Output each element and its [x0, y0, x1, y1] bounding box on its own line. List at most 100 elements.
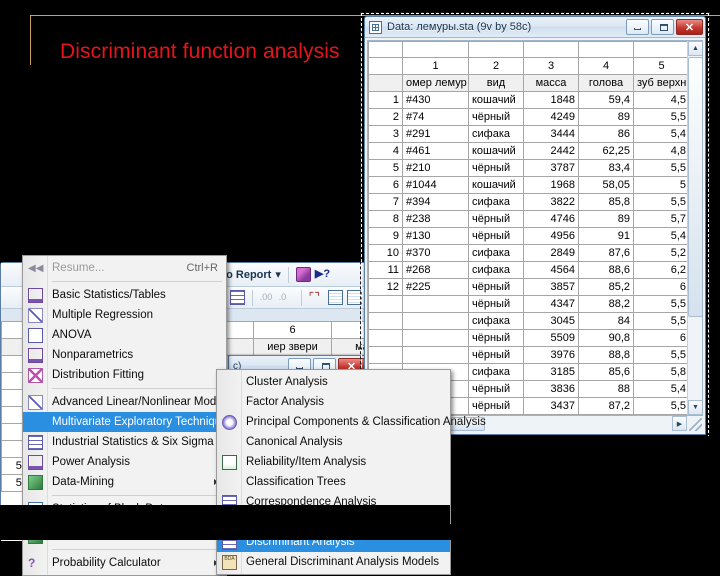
- table-row[interactable]: чёрный 5509 90,8 6: [368, 329, 687, 347]
- submenu-item-reliability-item-analysis[interactable]: Reliability/Item Analysis: [217, 452, 450, 472]
- menu-item-multiple-regression[interactable]: Multiple Regression: [23, 305, 226, 325]
- grid-icon[interactable]: [230, 290, 245, 305]
- eraser-icon[interactable]: [295, 267, 311, 282]
- var-specs-icon[interactable]: [327, 290, 343, 305]
- cell-species[interactable]: чёрный: [468, 295, 524, 313]
- cell-species[interactable]: сифака: [468, 193, 524, 211]
- cell-head[interactable]: 58,05: [578, 176, 634, 194]
- cell-mass[interactable]: 3976: [523, 346, 579, 364]
- cell-head[interactable]: 89: [578, 210, 634, 228]
- menu-item-basic-statistics-tables[interactable]: Basic Statistics/Tables: [23, 285, 226, 305]
- column-header[interactable]: вид: [468, 74, 524, 92]
- menu-item-nonparametrics[interactable]: Nonparametrics: [23, 345, 226, 365]
- menu-item-data-mining[interactable]: Data-Mining: [23, 472, 226, 492]
- cell-mass[interactable]: 3857: [523, 278, 579, 296]
- table-row[interactable]: 6 #1044 кошачий 1968 58,05 5: [368, 176, 687, 194]
- cell-tooth[interactable]: 5,5: [633, 159, 687, 177]
- cell-head[interactable]: 62,25: [578, 142, 634, 160]
- cell-lemur-id[interactable]: #210: [402, 159, 469, 177]
- cell-mass[interactable]: 1956: [523, 414, 579, 415]
- cell-mass[interactable]: 4347: [523, 295, 579, 313]
- data-window-titlebar[interactable]: Data: лемуры.sta (9v by 58c) ✕: [365, 17, 705, 38]
- menu-item-distribution-fitting[interactable]: Distribution Fitting: [23, 365, 226, 385]
- cell-tooth[interactable]: 5,4: [633, 227, 687, 245]
- row-number[interactable]: 9: [368, 227, 403, 245]
- column-number[interactable]: 2: [468, 57, 524, 75]
- column-header[interactable]: омер лемур: [402, 74, 469, 92]
- window-controls[interactable]: ✕: [626, 19, 703, 35]
- cell-lemur-id[interactable]: #291: [402, 125, 469, 143]
- cell-tooth[interactable]: 5,5: [633, 295, 687, 313]
- table-row[interactable]: 12 #225 чёрный 3857 85,2 6: [368, 278, 687, 296]
- row-number[interactable]: 5: [368, 159, 403, 177]
- cell-mass[interactable]: 2442: [523, 142, 579, 160]
- cell-tooth[interactable]: 6: [633, 329, 687, 347]
- cell-species[interactable]: чёрный: [468, 397, 524, 415]
- cell-head[interactable]: 91: [578, 227, 634, 245]
- add-to-report-caret[interactable]: ▾: [275, 268, 281, 281]
- row-number[interactable]: [368, 312, 403, 330]
- cell-mass[interactable]: 3787: [523, 159, 579, 177]
- cell-tooth[interactable]: 4,8: [633, 142, 687, 160]
- table-row[interactable]: 1 #430 кошачий 1848 59,4 4,5: [368, 91, 687, 109]
- menu-item-anova[interactable]: ANOVA: [23, 325, 226, 345]
- cell-lemur-id[interactable]: #370: [402, 244, 469, 262]
- cell-tooth[interactable]: 5,4: [633, 380, 687, 398]
- menu-item-advanced-linear-nonlinear-models[interactable]: Advanced Linear/Nonlinear Models: [23, 392, 245, 412]
- cell-species[interactable]: чёрный: [468, 210, 524, 228]
- vertical-scroll-thumb[interactable]: [688, 57, 702, 317]
- cell-tooth[interactable]: 5,7: [633, 210, 687, 228]
- menu-item-multivariate-exploratory-techniques[interactable]: Multivariate Exploratory Techniques: [23, 412, 248, 432]
- cell-mass[interactable]: 3822: [523, 193, 579, 211]
- cell-lemur-id[interactable]: #1044: [402, 176, 469, 194]
- cell-species[interactable]: кошачий: [468, 91, 524, 109]
- cell-mass[interactable]: 3444: [523, 125, 579, 143]
- scroll-right-button[interactable]: ▶: [672, 416, 687, 431]
- cell-tooth[interactable]: 5,4: [633, 125, 687, 143]
- row-number[interactable]: 4: [368, 142, 403, 160]
- grid-spacer-row[interactable]: [368, 41, 687, 58]
- scroll-up-button[interactable]: ▲: [688, 41, 702, 56]
- cell-species[interactable]: чёрный: [468, 278, 524, 296]
- table-row[interactable]: 3 #291 сифака 3444 86 5,4: [368, 125, 687, 143]
- cell-mass[interactable]: 4746: [523, 210, 579, 228]
- cell-lemur-id[interactable]: #130: [402, 227, 469, 245]
- cell-head[interactable]: 90,8: [578, 329, 634, 347]
- cell-species[interactable]: сифака: [468, 261, 524, 279]
- cell-head[interactable]: 87,6: [578, 244, 634, 262]
- menu-item-industrial-statistics-six-sigma[interactable]: Industrial Statistics & Six Sigma: [23, 432, 228, 452]
- row-number[interactable]: 7: [368, 193, 403, 211]
- cell-head[interactable]: 85,8: [578, 193, 634, 211]
- cell-lemur-id[interactable]: #225: [402, 278, 469, 296]
- cell-mass[interactable]: 3437: [523, 397, 579, 415]
- cell-mass[interactable]: 3185: [523, 363, 579, 381]
- grid-viewport[interactable]: 12345омер лемурвидмассаголовазуб верхний…: [368, 41, 687, 415]
- column-header[interactable]: масса: [523, 74, 579, 92]
- row-number[interactable]: [368, 329, 403, 347]
- case-specs-icon[interactable]: [346, 290, 362, 305]
- cell-species[interactable]: сифака: [468, 244, 524, 262]
- column-header[interactable]: голова: [578, 74, 634, 92]
- cell-species[interactable]: чёрный: [468, 159, 524, 177]
- row-number[interactable]: 11: [368, 261, 403, 279]
- row-number[interactable]: 3: [368, 125, 403, 143]
- cell-tooth[interactable]: 4,5: [633, 91, 687, 109]
- minimize-button[interactable]: [626, 19, 649, 35]
- cell-mass[interactable]: 1968: [523, 176, 579, 194]
- vertical-scrollbar[interactable]: ▲ ▼: [687, 41, 702, 415]
- submenu-item-classification-trees[interactable]: Classification Trees: [217, 472, 450, 492]
- cell-species[interactable]: чёрный: [468, 346, 524, 364]
- cell-tooth[interactable]: 5,5: [633, 193, 687, 211]
- cell-species[interactable]: кошачий: [468, 142, 524, 160]
- cell-species[interactable]: сифака: [468, 312, 524, 330]
- table-row[interactable]: 2 #74 чёрный 4249 89 5,5: [368, 108, 687, 126]
- cell-head[interactable]: 89: [578, 108, 634, 126]
- cell-tooth[interactable]: 5,5: [633, 108, 687, 126]
- column-number-row[interactable]: 12345: [368, 57, 687, 75]
- column-number[interactable]: 3: [523, 57, 579, 75]
- submenu-item-principal-components-classification-analysis[interactable]: Principal Components & Classification An…: [217, 412, 486, 432]
- cell-lemur-id[interactable]: [402, 312, 469, 330]
- close-button[interactable]: ✕: [676, 19, 703, 35]
- cell-mass[interactable]: 1848: [523, 91, 579, 109]
- cell-head[interactable]: 88,2: [578, 295, 634, 313]
